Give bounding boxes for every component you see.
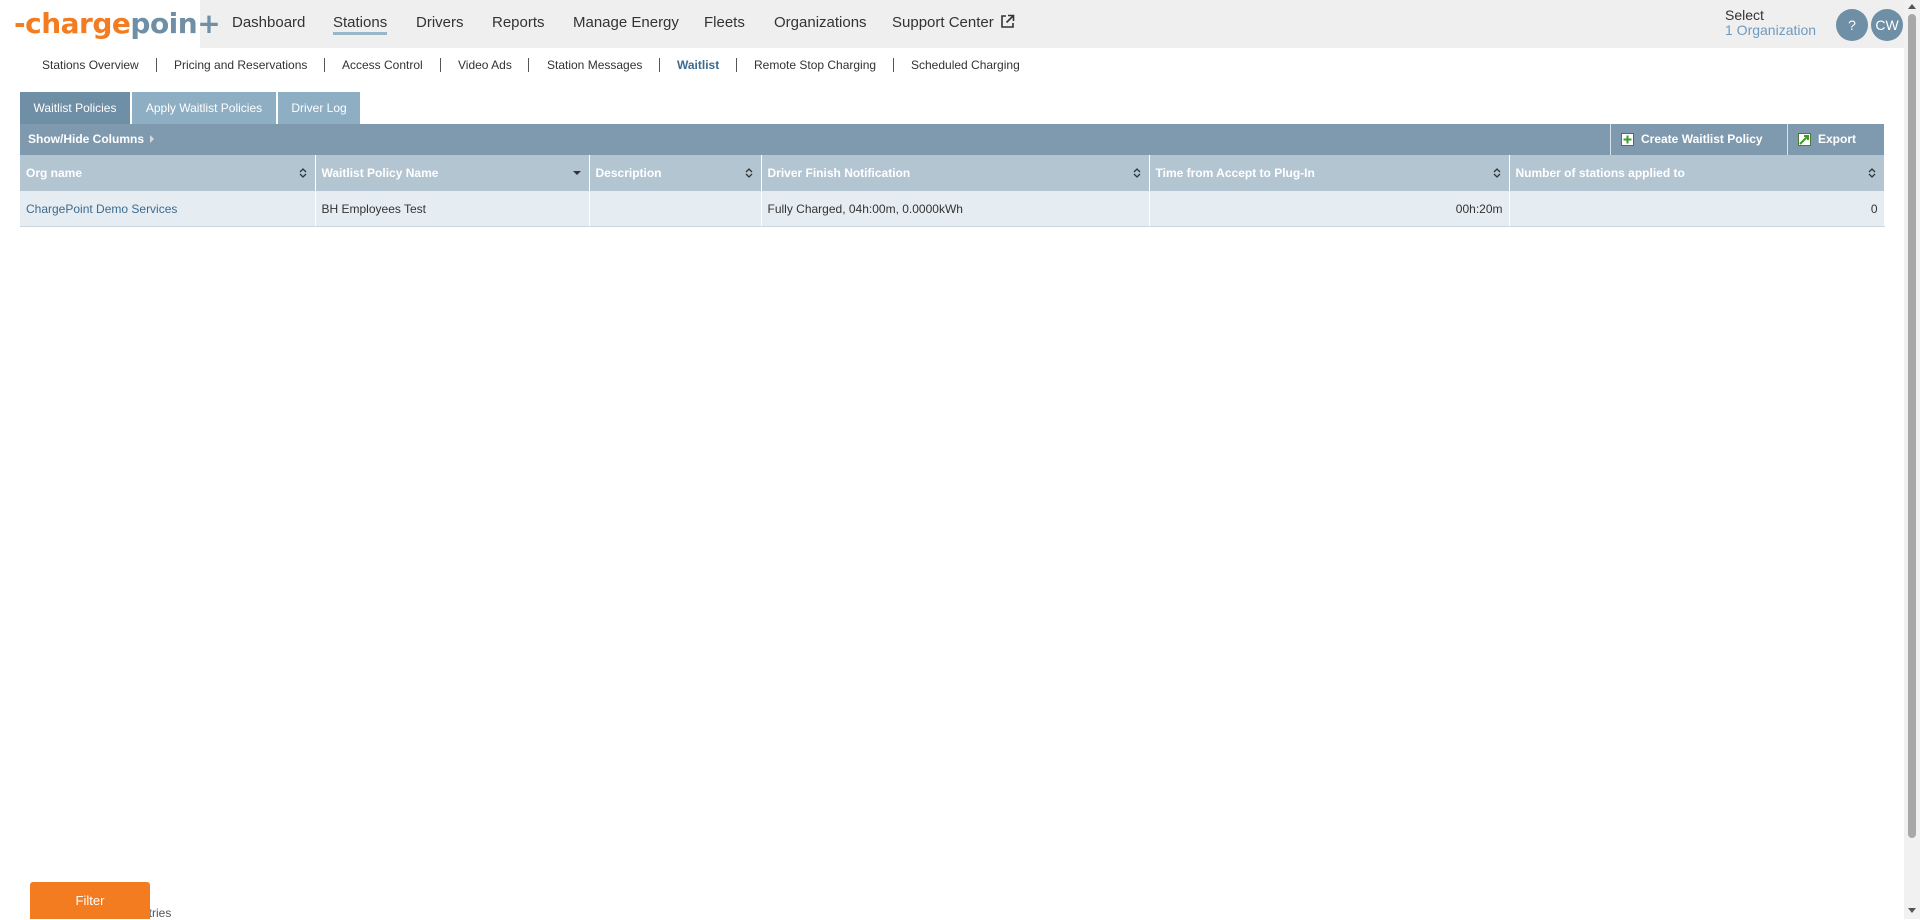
scroll-down-arrow-icon[interactable]	[1908, 908, 1916, 913]
external-link-icon	[1000, 14, 1015, 28]
add-document-icon	[1621, 133, 1634, 146]
column-label: Org name	[26, 166, 83, 180]
caret-right-icon	[150, 135, 155, 143]
column-header-waitlist-policy-name[interactable]: Waitlist Policy Name	[315, 155, 590, 191]
cell-org-name: ChargePoint Demo Services	[20, 191, 316, 227]
cell-accept-to-plugin: 00h:20m	[1149, 191, 1510, 227]
nav-reports[interactable]: Reports	[492, 14, 545, 31]
column-header-org-name[interactable]: Org name	[20, 155, 316, 191]
show-hide-columns-toggle[interactable]: Show/Hide Columns	[28, 124, 155, 155]
table-row[interactable]: ChargePoint Demo Services BH Employees T…	[20, 191, 1885, 227]
tab-waitlist-policies[interactable]: Waitlist Policies	[20, 92, 130, 124]
subnav-divider	[659, 58, 660, 72]
top-navigation-bar: -chargepoin+ Dashboard Stations Drivers …	[0, 0, 1904, 48]
show-hide-columns-label: Show/Hide Columns	[28, 132, 145, 146]
create-waitlist-policy-button[interactable]: Create Waitlist Policy	[1610, 124, 1797, 155]
sort-icon	[1493, 168, 1500, 178]
table-toolbar: Show/Hide Columns Create Waitlist Policy…	[20, 124, 1884, 155]
sort-icon	[745, 168, 752, 178]
column-header-description[interactable]: Description	[589, 155, 762, 191]
nav-stations[interactable]: Stations	[333, 14, 388, 35]
vertical-scrollbar[interactable]	[1904, 0, 1920, 919]
column-header-time-accept-to-plugin[interactable]: Time from Accept to Plug-In	[1149, 155, 1510, 191]
column-label: Description	[595, 166, 662, 180]
scroll-up-arrow-icon[interactable]	[1908, 4, 1916, 9]
subnav-pricing-reservations[interactable]: Pricing and Reservations	[174, 58, 307, 72]
tab-driver-log[interactable]: Driver Log	[278, 92, 360, 124]
subnav-remote-stop-charging[interactable]: Remote Stop Charging	[754, 58, 876, 72]
subnav-divider	[156, 58, 157, 72]
organization-selector[interactable]: Select 1 Organization	[1725, 8, 1816, 38]
user-avatar[interactable]: CW	[1871, 9, 1903, 41]
subnav-divider	[324, 58, 325, 72]
subnav-divider	[893, 58, 894, 72]
select-label: Select	[1725, 7, 1764, 23]
waitlist-policies-table: Org name Waitlist Policy Name Descriptio…	[20, 155, 1885, 227]
column-label: Time from Accept to Plug-In	[1155, 166, 1315, 180]
table-header-row: Org name Waitlist Policy Name Descriptio…	[20, 155, 1885, 191]
help-button[interactable]: ?	[1836, 9, 1868, 41]
column-label: Waitlist Policy Name	[321, 166, 439, 180]
nav-support-center-label: Support Center	[892, 14, 994, 31]
sort-icon	[1133, 168, 1140, 178]
column-label: Number of stations applied to	[1515, 166, 1685, 180]
organization-count: 1 Organization	[1725, 22, 1817, 38]
sort-icon	[1868, 168, 1875, 178]
export-label: Export	[1818, 132, 1857, 146]
column-header-driver-finish-notification[interactable]: Driver Finish Notification	[761, 155, 1150, 191]
cell-finish-notification: Fully Charged, 04h:00m, 0.0000kWh	[761, 191, 1150, 227]
nav-fleets[interactable]: Fleets	[704, 14, 745, 31]
export-icon	[1798, 133, 1811, 146]
sort-descending-icon	[572, 171, 581, 175]
nav-manage-energy[interactable]: Manage Energy	[573, 14, 679, 31]
nav-dashboard[interactable]: Dashboard	[232, 14, 305, 31]
logo-container: -chargepoin+	[0, 0, 221, 48]
subnav-scheduled-charging[interactable]: Scheduled Charging	[911, 58, 1020, 72]
tab-apply-waitlist-policies[interactable]: Apply Waitlist Policies	[132, 92, 276, 124]
filter-button[interactable]: Filter	[30, 882, 150, 919]
sort-icon	[299, 168, 306, 178]
subnav-divider	[440, 58, 441, 72]
subnav-waitlist[interactable]: Waitlist	[677, 58, 719, 72]
export-button[interactable]: Export	[1787, 124, 1895, 155]
column-header-stations-applied[interactable]: Number of stations applied to	[1509, 155, 1885, 191]
subnav-stations-overview[interactable]: Stations Overview	[42, 58, 139, 72]
scrollbar-thumb[interactable]	[1908, 14, 1916, 838]
cell-policy-name: BH Employees Test	[315, 191, 590, 227]
nav-support-center[interactable]: Support Center	[892, 14, 1015, 31]
subnav-divider	[736, 58, 737, 72]
subnav-station-messages[interactable]: Station Messages	[547, 58, 642, 72]
cell-description	[589, 191, 762, 227]
subnav-divider	[528, 58, 529, 72]
subnav-video-ads[interactable]: Video Ads	[458, 58, 512, 72]
cell-stations-applied: 0	[1509, 191, 1885, 227]
column-label: Driver Finish Notification	[767, 166, 911, 180]
create-waitlist-policy-label: Create Waitlist Policy	[1641, 132, 1763, 146]
chargepoint-logo[interactable]: -chargepoin+	[14, 6, 221, 42]
nav-organizations[interactable]: Organizations	[774, 14, 867, 31]
org-name-link[interactable]: ChargePoint Demo Services	[26, 202, 177, 216]
subnav-access-control[interactable]: Access Control	[342, 58, 423, 72]
nav-drivers[interactable]: Drivers	[416, 14, 464, 31]
